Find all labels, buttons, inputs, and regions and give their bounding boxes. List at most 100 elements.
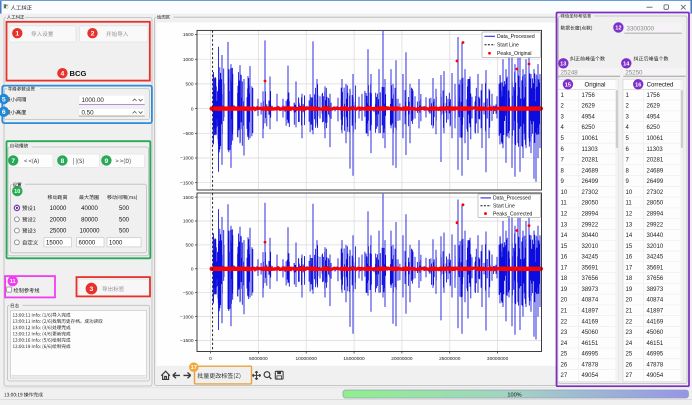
svg-text:−500: −500 bbox=[183, 131, 194, 137]
svg-text:19: 19 bbox=[561, 287, 568, 293]
svg-text:100000: 100000 bbox=[79, 229, 100, 235]
svg-text:26: 26 bbox=[626, 362, 633, 368]
svg-text:4954: 4954 bbox=[582, 114, 596, 120]
svg-text:20281: 20281 bbox=[647, 158, 664, 164]
svg-text:44169: 44169 bbox=[647, 319, 664, 325]
svg-text:15: 15 bbox=[626, 244, 633, 250]
svg-text:21: 21 bbox=[561, 308, 568, 314]
svg-text:24: 24 bbox=[626, 341, 633, 347]
svg-text:46151: 46151 bbox=[647, 341, 664, 347]
svg-text:26: 26 bbox=[561, 362, 568, 368]
svg-text:15: 15 bbox=[561, 244, 568, 250]
svg-text:−1500: −1500 bbox=[180, 180, 194, 186]
svg-text:22: 22 bbox=[626, 319, 633, 325]
svg-text:500: 500 bbox=[119, 206, 130, 212]
svg-text:19: 19 bbox=[626, 287, 633, 293]
svg-text:1500: 1500 bbox=[183, 32, 194, 38]
svg-text:6250: 6250 bbox=[582, 125, 596, 131]
svg-text:45060: 45060 bbox=[647, 330, 664, 336]
svg-text:Data_Processed: Data_Processed bbox=[493, 196, 531, 202]
svg-text:32010: 32010 bbox=[647, 244, 664, 250]
svg-text:21: 21 bbox=[626, 308, 633, 314]
svg-text:25: 25 bbox=[626, 352, 633, 358]
svg-text:Original: Original bbox=[585, 82, 606, 89]
svg-text:500: 500 bbox=[185, 82, 193, 88]
svg-text:15000000: 15000000 bbox=[343, 356, 365, 362]
svg-text:30000000: 30000000 bbox=[487, 356, 509, 362]
svg-text:25: 25 bbox=[561, 352, 568, 358]
svg-text:47878: 47878 bbox=[582, 362, 599, 368]
svg-text:6250: 6250 bbox=[647, 125, 661, 131]
svg-text:20281: 20281 bbox=[582, 158, 599, 164]
svg-text:34245: 34245 bbox=[582, 255, 599, 261]
svg-text:15: 15 bbox=[565, 82, 571, 88]
svg-text:9: 9 bbox=[105, 158, 109, 165]
svg-text:11: 11 bbox=[626, 201, 633, 207]
svg-text:27302: 27302 bbox=[582, 190, 599, 196]
svg-text:24: 24 bbox=[561, 341, 568, 347]
svg-text:18: 18 bbox=[626, 276, 633, 282]
svg-text:25000: 25000 bbox=[50, 229, 67, 235]
svg-text:29922: 29922 bbox=[582, 222, 599, 228]
svg-text:20000: 20000 bbox=[50, 218, 67, 224]
svg-text:1000: 1000 bbox=[183, 219, 194, 225]
svg-text:46995: 46995 bbox=[582, 352, 599, 358]
svg-text:37656: 37656 bbox=[582, 276, 599, 282]
svg-text:23: 23 bbox=[561, 330, 568, 336]
svg-text:4954: 4954 bbox=[647, 114, 661, 120]
svg-text:1756: 1756 bbox=[582, 93, 596, 99]
svg-text:47878: 47878 bbox=[647, 362, 664, 368]
svg-text:30440: 30440 bbox=[647, 233, 664, 239]
svg-text:0: 0 bbox=[191, 267, 194, 273]
svg-text:4: 4 bbox=[61, 71, 65, 78]
svg-text:15000: 15000 bbox=[46, 241, 63, 247]
svg-text:33003000: 33003000 bbox=[627, 25, 655, 32]
svg-text:25250: 25250 bbox=[625, 69, 643, 76]
svg-text:38973: 38973 bbox=[647, 287, 664, 293]
svg-text:14: 14 bbox=[561, 233, 568, 239]
svg-text:10: 10 bbox=[561, 190, 568, 196]
svg-text:3: 3 bbox=[90, 286, 94, 293]
svg-text:26499: 26499 bbox=[582, 179, 599, 185]
svg-text:1756: 1756 bbox=[647, 93, 661, 99]
svg-text:20: 20 bbox=[561, 298, 568, 304]
svg-text:28050: 28050 bbox=[647, 201, 664, 207]
svg-text:41897: 41897 bbox=[582, 308, 599, 314]
svg-text:30440: 30440 bbox=[582, 233, 599, 239]
svg-text:37656: 37656 bbox=[647, 276, 664, 282]
svg-text:16: 16 bbox=[561, 255, 568, 261]
svg-text:27302: 27302 bbox=[647, 190, 664, 196]
svg-text:−1000: −1000 bbox=[180, 314, 194, 320]
svg-text:5: 5 bbox=[2, 96, 6, 103]
svg-text:18: 18 bbox=[561, 276, 568, 282]
svg-text:1000.00: 1000.00 bbox=[82, 97, 105, 104]
svg-text:46995: 46995 bbox=[647, 352, 664, 358]
svg-text:25000000: 25000000 bbox=[439, 356, 461, 362]
svg-text:500: 500 bbox=[119, 229, 130, 235]
svg-text:60000: 60000 bbox=[79, 241, 96, 247]
svg-text:Corrected: Corrected bbox=[647, 82, 674, 89]
svg-text:14: 14 bbox=[623, 61, 630, 67]
svg-text:−500: −500 bbox=[183, 290, 194, 296]
svg-text:80000: 80000 bbox=[81, 218, 98, 224]
svg-text:28994: 28994 bbox=[647, 211, 664, 217]
svg-text:49054: 49054 bbox=[647, 373, 664, 379]
svg-text:−1000: −1000 bbox=[180, 156, 194, 162]
svg-text:12: 12 bbox=[626, 211, 633, 217]
svg-text:27: 27 bbox=[626, 373, 633, 379]
svg-text:7: 7 bbox=[11, 158, 15, 165]
svg-text:10: 10 bbox=[626, 190, 633, 196]
svg-text:Peaks_Corrected: Peaks_Corrected bbox=[493, 211, 533, 217]
svg-text:0: 0 bbox=[191, 106, 194, 112]
svg-text:26499: 26499 bbox=[647, 179, 664, 185]
svg-text:40874: 40874 bbox=[647, 298, 664, 304]
svg-text:1500: 1500 bbox=[183, 195, 194, 201]
svg-text:45060: 45060 bbox=[582, 330, 599, 336]
svg-text:25248: 25248 bbox=[561, 69, 579, 76]
svg-text:10061: 10061 bbox=[582, 136, 599, 142]
svg-text:23: 23 bbox=[626, 330, 633, 336]
svg-text:24689: 24689 bbox=[647, 168, 664, 174]
svg-text:16: 16 bbox=[626, 255, 633, 261]
svg-text:28994: 28994 bbox=[582, 211, 599, 217]
svg-text:8: 8 bbox=[61, 158, 65, 165]
